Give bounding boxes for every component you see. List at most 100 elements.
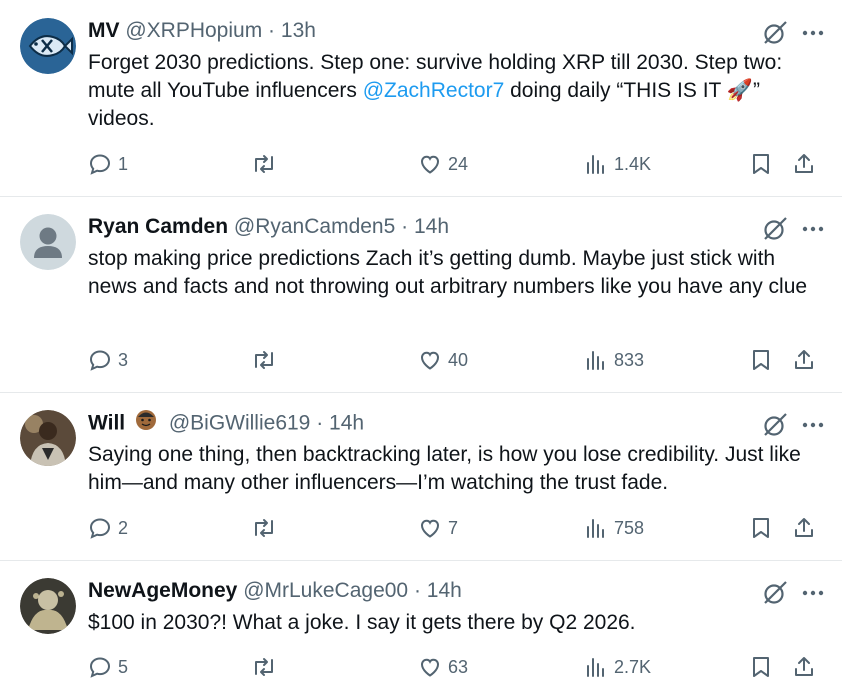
more-options-icon[interactable]	[802, 226, 824, 232]
grok-icon[interactable]	[762, 580, 788, 606]
views-count: 833	[614, 349, 645, 370]
separator-dot: ·	[316, 411, 324, 435]
views-count: 758	[614, 517, 645, 538]
tweet-top-icons	[762, 411, 824, 439]
like-count: 7	[448, 517, 459, 538]
grok-icon[interactable]	[762, 20, 788, 46]
reply-button[interactable]: 1	[88, 149, 128, 179]
repost-icon	[255, 351, 273, 369]
views-button[interactable]: 2.7K	[584, 652, 651, 682]
reply-button[interactable]: 3	[88, 345, 128, 375]
share-icon	[795, 518, 813, 537]
grok-icon[interactable]	[762, 216, 788, 242]
avatar[interactable]	[20, 214, 76, 270]
tweet-text: $100 in 2030?! What a joke. I say it get…	[88, 611, 636, 634]
bookmark-icon	[753, 350, 769, 370]
bookmark-button[interactable]	[750, 345, 772, 375]
separator-dot: ·	[401, 215, 409, 238]
timestamp[interactable]: 13h	[281, 19, 316, 42]
more-options-icon[interactable]	[802, 422, 824, 428]
bookmark-icon	[753, 657, 769, 677]
user-handle[interactable]: @RyanCamden5	[234, 215, 395, 238]
tweet[interactable]: Will @BiGWillie619 · 14h Saying one thin…	[0, 392, 842, 561]
heart-icon	[420, 155, 440, 174]
like-button[interactable]: 40	[418, 345, 468, 375]
display-name[interactable]: NewAgeMoney	[88, 579, 237, 602]
timestamp[interactable]: 14h	[414, 215, 449, 238]
action-bar: 5 63 2.7K	[88, 652, 818, 682]
reply-icon	[89, 657, 111, 678]
like-button[interactable]: 7	[418, 513, 458, 543]
reply-button[interactable]: 2	[88, 513, 128, 543]
tweet[interactable]: MV @XRPHopium · 13h Forget 2030 predicti…	[0, 0, 842, 197]
views-chart-icon	[587, 519, 604, 538]
share-button[interactable]	[792, 149, 816, 179]
reply-count: 3	[118, 349, 129, 370]
views-count: 2.7K	[614, 656, 652, 677]
repost-button[interactable]	[250, 345, 284, 375]
tweet-text: Saying one thing, then backtracking late…	[88, 443, 801, 494]
reply-count: 2	[118, 517, 129, 538]
action-bar: 3 40 833	[88, 345, 818, 375]
avatar[interactable]	[20, 410, 76, 466]
views-chart-icon	[587, 658, 604, 677]
views-button[interactable]: 1.4K	[584, 149, 651, 179]
photo-avatar-icon	[20, 410, 76, 466]
views-count: 1.4K	[614, 153, 652, 174]
bookmark-button[interactable]	[750, 652, 772, 682]
photo-avatar-icon	[20, 578, 76, 634]
repost-button[interactable]	[250, 513, 284, 543]
avatar[interactable]	[20, 18, 76, 74]
reply-button[interactable]: 5	[88, 652, 128, 682]
separator-dot: ·	[268, 19, 276, 42]
timestamp[interactable]: 14h	[427, 579, 462, 602]
user-handle[interactable]: @BiGWillie619	[169, 412, 311, 435]
repost-button[interactable]	[250, 652, 284, 682]
reply-icon	[89, 518, 111, 539]
reply-feed: MV @XRPHopium · 13h Forget 2030 predicti…	[0, 0, 860, 689]
tweet-top-icons	[762, 579, 824, 607]
heart-icon	[420, 519, 440, 538]
tweet[interactable]: NewAgeMoney @MrLukeCage00 · 14h $100 in …	[0, 560, 842, 689]
tweet-top-icons	[762, 215, 824, 243]
fish-logo-icon	[20, 18, 76, 74]
more-options-icon[interactable]	[802, 590, 824, 596]
like-count: 40	[448, 349, 469, 370]
user-handle[interactable]: @XRPHopium	[125, 19, 262, 42]
tweet-header: Ryan Camden @RyanCamden5 · 14h	[88, 213, 449, 241]
timestamp[interactable]: 14h	[329, 412, 364, 435]
heart-icon	[420, 658, 440, 677]
grok-icon[interactable]	[762, 412, 788, 438]
action-bar: 1 24 1.4K	[88, 149, 818, 179]
views-button[interactable]: 758	[584, 513, 644, 543]
share-button[interactable]	[792, 513, 816, 543]
share-button[interactable]	[792, 652, 816, 682]
default-profile-icon	[20, 214, 76, 270]
repost-button[interactable]	[250, 149, 284, 179]
bookmark-button[interactable]	[750, 513, 772, 543]
tweet-header: MV @XRPHopium · 13h	[88, 17, 316, 45]
separator-dot: ·	[413, 579, 421, 602]
repost-icon	[255, 519, 273, 537]
like-button[interactable]: 24	[418, 149, 468, 179]
views-chart-icon	[587, 155, 604, 174]
display-name[interactable]: MV	[88, 19, 120, 42]
views-button[interactable]: 833	[584, 345, 644, 375]
bookmark-icon	[753, 518, 769, 538]
bookmark-button[interactable]	[750, 149, 772, 179]
more-options-icon[interactable]	[802, 30, 824, 36]
tweet[interactable]: Ryan Camden @RyanCamden5 · 14h stop maki…	[0, 196, 842, 393]
tweet-text: Forget 2030 predictions. Step one: survi…	[88, 49, 823, 133]
tweet-header: NewAgeMoney @MrLukeCage00 · 14h	[88, 577, 462, 605]
user-handle[interactable]: @MrLukeCage00	[243, 579, 408, 602]
like-button[interactable]: 63	[418, 652, 468, 682]
views-chart-icon	[587, 351, 604, 370]
tweet-text: stop making price predictions Zach it’s …	[88, 247, 808, 298]
mention-link[interactable]: @ZachRector7	[363, 79, 505, 102]
share-button[interactable]	[792, 345, 816, 375]
display-name[interactable]: Will	[88, 412, 125, 435]
display-name[interactable]: Ryan Camden	[88, 215, 228, 238]
share-icon	[795, 154, 813, 173]
action-bar: 2 7 758	[88, 513, 818, 543]
avatar[interactable]	[20, 578, 76, 634]
